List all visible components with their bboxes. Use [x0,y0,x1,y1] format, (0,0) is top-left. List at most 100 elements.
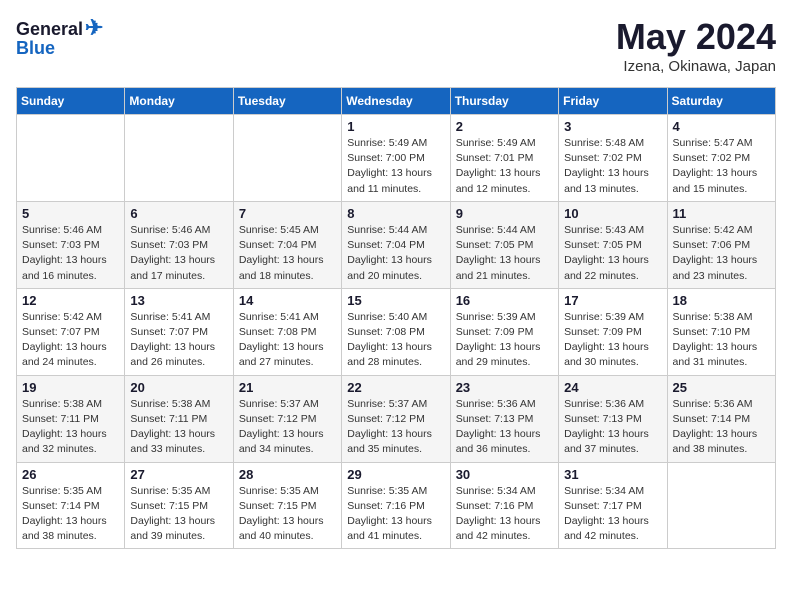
day-number: 5 [22,206,119,221]
day-info: Sunrise: 5:35 AMSunset: 7:15 PMDaylight:… [239,484,336,545]
day-info: Sunrise: 5:42 AMSunset: 7:07 PMDaylight:… [22,310,119,371]
calendar-cell: 28 Sunrise: 5:35 AMSunset: 7:15 PMDayligh… [233,462,341,549]
day-number: 10 [564,206,661,221]
day-info: Sunrise: 5:38 AMSunset: 7:10 PMDaylight:… [673,310,770,371]
day-info: Sunrise: 5:46 AMSunset: 7:03 PMDaylight:… [22,223,119,284]
day-number: 17 [564,293,661,308]
calendar-cell: 11Sunrise: 5:42 AMSunset: 7:06 PMDayligh… [667,201,775,288]
day-info: Sunrise: 5:34 AMSunset: 7:16 PMDaylight:… [456,484,553,545]
day-info: Sunrise: 5:37 AMSunset: 7:12 PMDaylight:… [239,397,336,458]
calendar-cell: 20Sunrise: 5:38 AMSunset: 7:11 PMDayligh… [125,375,233,462]
logo-blue-text: Blue [16,38,55,59]
calendar-cell: 10 Sunrise: 5:43 AMSunset: 7:05 PMDayligh… [559,201,667,288]
calendar-week: 19 Sunrise: 5:38 AMSunset: 7:11 PMDayligh… [17,375,776,462]
day-number: 6 [130,206,227,221]
day-number: 16 [456,293,553,308]
calendar-cell: 30 Sunrise: 5:34 AMSunset: 7:16 PMDayligh… [450,462,558,549]
day-info: Sunrise: 5:37 AMSunset: 7:12 PMDaylight:… [347,397,444,458]
location: Izena, Okinawa, Japan [616,58,776,75]
calendar-cell: 23 Sunrise: 5:36 AMSunset: 7:13 PMDayligh… [450,375,558,462]
calendar-cell: 31 Sunrise: 5:34 AMSunset: 7:17 PMDayligh… [559,462,667,549]
calendar-week: 1Sunrise: 5:49 AMSunset: 7:00 PMDaylight… [17,115,776,202]
calendar-body: 1Sunrise: 5:49 AMSunset: 7:00 PMDaylight… [17,115,776,549]
day-info: Sunrise: 5:44 AMSunset: 7:04 PMDaylight:… [347,223,444,284]
calendar-cell: 7 Sunrise: 5:45 AMSunset: 7:04 PMDaylight… [233,201,341,288]
calendar-cell: 21Sunrise: 5:37 AMSunset: 7:12 PMDayligh… [233,375,341,462]
weekday-header: Saturday [667,88,775,115]
calendar-cell: 27 Sunrise: 5:35 AMSunset: 7:15 PMDayligh… [125,462,233,549]
calendar-cell: 13 Sunrise: 5:41 AMSunset: 7:07 PMDayligh… [125,288,233,375]
day-number: 2 [456,119,553,134]
day-info: Sunrise: 5:38 AMSunset: 7:11 PMDaylight:… [22,397,119,458]
day-info: Sunrise: 5:36 AMSunset: 7:14 PMDaylight:… [673,397,770,458]
day-number: 31 [564,467,661,482]
day-number: 13 [130,293,227,308]
day-number: 18 [673,293,770,308]
calendar-week: 12 Sunrise: 5:42 AMSunset: 7:07 PMDayligh… [17,288,776,375]
calendar-table: SundayMondayTuesdayWednesdayThursdayFrid… [16,87,776,549]
day-info: Sunrise: 5:44 AMSunset: 7:05 PMDaylight:… [456,223,553,284]
day-info: Sunrise: 5:47 AMSunset: 7:02 PMDaylight:… [673,136,770,197]
page-header: General✈ Blue May 2024 Izena, Okinawa, J… [16,16,776,75]
day-info: Sunrise: 5:35 AMSunset: 7:16 PMDaylight:… [347,484,444,545]
day-number: 3 [564,119,661,134]
day-number: 29 [347,467,444,482]
day-number: 20 [130,380,227,395]
logo-text: General✈ [16,16,103,40]
day-number: 19 [22,380,119,395]
weekday-header: Tuesday [233,88,341,115]
day-number: 26 [22,467,119,482]
day-info: Sunrise: 5:43 AMSunset: 7:05 PMDaylight:… [564,223,661,284]
calendar-cell: 19 Sunrise: 5:38 AMSunset: 7:11 PMDayligh… [17,375,125,462]
day-number: 30 [456,467,553,482]
month-title: May 2024 [616,16,776,58]
day-number: 25 [673,380,770,395]
day-info: Sunrise: 5:45 AMSunset: 7:04 PMDaylight:… [239,223,336,284]
day-number: 7 [239,206,336,221]
calendar-cell: 1Sunrise: 5:49 AMSunset: 7:00 PMDaylight… [342,115,450,202]
logo: General✈ Blue [16,16,103,59]
calendar-cell [233,115,341,202]
calendar-cell: 2 Sunrise: 5:49 AMSunset: 7:01 PMDaylight… [450,115,558,202]
day-number: 27 [130,467,227,482]
day-number: 23 [456,380,553,395]
calendar-cell: 6 Sunrise: 5:46 AMSunset: 7:03 PMDaylight… [125,201,233,288]
day-number: 28 [239,467,336,482]
day-info: Sunrise: 5:36 AMSunset: 7:13 PMDaylight:… [456,397,553,458]
day-info: Sunrise: 5:41 AMSunset: 7:07 PMDaylight:… [130,310,227,371]
calendar-cell: 8 Sunrise: 5:44 AMSunset: 7:04 PMDaylight… [342,201,450,288]
day-info: Sunrise: 5:42 AMSunset: 7:06 PMDaylight:… [673,223,770,284]
weekday-header: Thursday [450,88,558,115]
calendar-cell: 29 Sunrise: 5:35 AMSunset: 7:16 PMDayligh… [342,462,450,549]
calendar-cell: 17Sunrise: 5:39 AMSunset: 7:09 PMDayligh… [559,288,667,375]
calendar-cell: 3Sunrise: 5:48 AMSunset: 7:02 PMDaylight… [559,115,667,202]
weekday-row: SundayMondayTuesdayWednesdayThursdayFrid… [17,88,776,115]
calendar-cell: 16 Sunrise: 5:39 AMSunset: 7:09 PMDayligh… [450,288,558,375]
day-info: Sunrise: 5:40 AMSunset: 7:08 PMDaylight:… [347,310,444,371]
day-info: Sunrise: 5:39 AMSunset: 7:09 PMDaylight:… [456,310,553,371]
title-block: May 2024 Izena, Okinawa, Japan [616,16,776,75]
day-info: Sunrise: 5:34 AMSunset: 7:17 PMDaylight:… [564,484,661,545]
day-info: Sunrise: 5:36 AMSunset: 7:13 PMDaylight:… [564,397,661,458]
day-info: Sunrise: 5:49 AMSunset: 7:01 PMDaylight:… [456,136,553,197]
day-info: Sunrise: 5:46 AMSunset: 7:03 PMDaylight:… [130,223,227,284]
day-number: 4 [673,119,770,134]
day-number: 24 [564,380,661,395]
calendar-cell: 22 Sunrise: 5:37 AMSunset: 7:12 PMDayligh… [342,375,450,462]
day-number: 1 [347,119,444,134]
calendar-cell: 9Sunrise: 5:44 AMSunset: 7:05 PMDaylight… [450,201,558,288]
calendar-cell: 15 Sunrise: 5:40 AMSunset: 7:08 PMDayligh… [342,288,450,375]
calendar-cell [17,115,125,202]
day-number: 22 [347,380,444,395]
day-info: Sunrise: 5:35 AMSunset: 7:15 PMDaylight:… [130,484,227,545]
calendar-cell: 18 Sunrise: 5:38 AMSunset: 7:10 PMDayligh… [667,288,775,375]
day-number: 15 [347,293,444,308]
calendar-header: SundayMondayTuesdayWednesdayThursdayFrid… [17,88,776,115]
calendar-cell [667,462,775,549]
calendar-cell: 26Sunrise: 5:35 AMSunset: 7:14 PMDayligh… [17,462,125,549]
weekday-header: Wednesday [342,88,450,115]
day-number: 12 [22,293,119,308]
day-number: 14 [239,293,336,308]
day-number: 8 [347,206,444,221]
calendar-cell: 25 Sunrise: 5:36 AMSunset: 7:14 PMDayligh… [667,375,775,462]
